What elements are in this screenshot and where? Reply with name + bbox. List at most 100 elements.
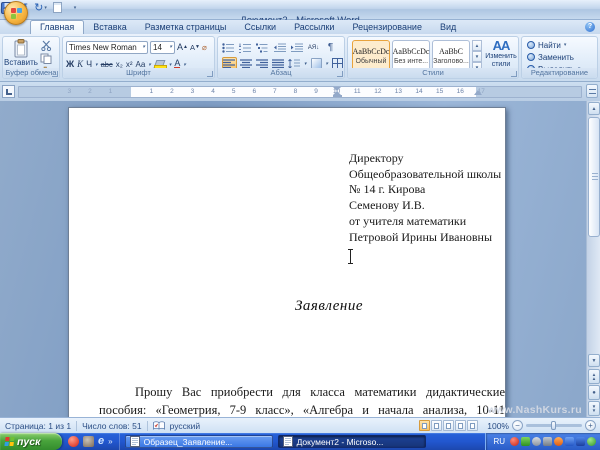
zoom-in-button[interactable]: + — [585, 420, 596, 431]
document-heading: Заявление — [189, 298, 469, 315]
tray-icon[interactable] — [587, 437, 596, 446]
horizontal-ruler[interactable]: 321 12345678910111213141516 17 — [18, 86, 582, 98]
line-spacing-dropdown-icon: ▾ — [304, 61, 307, 67]
styles-dialog-launcher[interactable] — [511, 71, 517, 77]
browse-buttons: ▲▲ ● ▼▼ — [588, 369, 600, 417]
tab-selector[interactable] — [2, 85, 15, 98]
language-indicator[interactable]: русский — [170, 421, 201, 431]
cut-button[interactable] — [40, 40, 56, 51]
scroll-down-icon[interactable]: ▼ — [588, 354, 600, 367]
font-dialog-launcher[interactable] — [207, 71, 213, 77]
ruler-icon — [589, 89, 596, 94]
address-line: Петровой Ирины Ивановны — [349, 230, 524, 246]
editing-item[interactable]: Заменить — [527, 52, 580, 62]
outline-view-button[interactable] — [455, 420, 466, 431]
numbered-list-icon — [239, 43, 252, 53]
ribbon-tab[interactable]: Вставка — [84, 20, 135, 34]
document-area: ДиректоруОбщеобразовательной школы№ 14 г… — [0, 101, 600, 417]
page-count[interactable]: Страница: 1 из 1 — [5, 421, 71, 431]
right-indent-marker[interactable] — [474, 90, 482, 95]
copy-button[interactable] — [40, 53, 56, 64]
change-styles-icon: AA — [493, 39, 510, 53]
select-browse-object-button[interactable]: ● — [588, 385, 600, 400]
clipboard-dialog-launcher[interactable] — [52, 71, 58, 77]
numbering-button[interactable] — [239, 41, 252, 54]
ribbon-tab[interactable]: Вид — [431, 20, 465, 34]
quicklaunch-more-icon[interactable]: » — [108, 437, 112, 446]
draft-view-button[interactable] — [467, 420, 478, 431]
underline-dropdown-icon[interactable]: ▾ — [95, 62, 98, 68]
tray-icon[interactable] — [554, 437, 563, 446]
ribbon-tab[interactable]: Рассылки — [285, 20, 343, 34]
show-paragraph-marks-button[interactable]: ¶ — [324, 41, 337, 54]
tray-icon[interactable] — [576, 437, 585, 446]
ribbon-tab[interactable]: Рецензирование — [343, 20, 431, 34]
grow-font-button[interactable]: A▲ — [177, 42, 188, 53]
indent-marker[interactable] — [333, 87, 342, 97]
paragraph-dialog-launcher[interactable] — [337, 71, 343, 77]
zoom-level[interactable]: 100% — [487, 421, 509, 431]
start-button[interactable]: пуск — [0, 433, 62, 450]
paragraph-group-label: Абзац — [218, 68, 344, 78]
ruler-toggle-button[interactable] — [586, 84, 598, 98]
redo-button[interactable]: ↻▾ — [34, 1, 47, 15]
document-body: Прошу Вас приобрести для класса математи… — [99, 384, 505, 417]
shrink-font-button[interactable]: A▼ — [190, 42, 200, 53]
clear-formatting-button[interactable]: ⌀ — [202, 42, 207, 53]
previous-page-button[interactable]: ▲▲ — [588, 369, 600, 384]
redo-dropdown-icon[interactable]: ▾ — [44, 2, 47, 14]
next-page-button[interactable]: ▼▼ — [588, 401, 600, 416]
ribbon-tab[interactable]: Ссылки — [235, 20, 285, 34]
editing-item[interactable]: Найти ▾ — [527, 40, 580, 50]
customize-qat-button[interactable]: ▾ — [68, 1, 81, 15]
quick-access-toolbar: ↺ ↻▾ ▾ — [0, 0, 600, 15]
tray-language-indicator[interactable]: RU — [493, 437, 505, 446]
gallery-up-icon[interactable]: ▲ — [472, 40, 482, 51]
highlight-dropdown-icon[interactable]: ▾ — [169, 62, 172, 68]
indent-icon — [291, 43, 303, 53]
sort-button[interactable]: АЯ↓ — [307, 41, 320, 54]
address-line: Директору — [349, 151, 524, 167]
watermark: www.NashKurs.ru — [487, 404, 582, 416]
body-line: Прошу Вас приобрести для класса математи… — [99, 384, 505, 402]
vertical-scrollbar[interactable]: ▲ ▼ ▲▲ ● ▼▼ — [586, 101, 600, 417]
align-right-icon — [256, 59, 269, 69]
tray-icon[interactable] — [543, 437, 552, 446]
web-layout-view-button[interactable] — [443, 420, 454, 431]
document-page[interactable]: ДиректоруОбщеобразовательной школы№ 14 г… — [68, 107, 506, 417]
scroll-up-icon[interactable]: ▲ — [588, 102, 600, 115]
word-count[interactable]: Число слов: 51 — [82, 421, 142, 431]
office-button[interactable] — [4, 1, 28, 25]
taskbar-button[interactable]: Документ2 - Microso... — [278, 435, 426, 448]
print-layout-view-button[interactable] — [419, 420, 430, 431]
zoom-slider-thumb[interactable] — [551, 421, 556, 430]
bullets-button[interactable] — [222, 41, 235, 54]
gallery-down-icon[interactable]: ▼ — [472, 51, 482, 62]
font-size-select[interactable]: 14▾ — [150, 41, 175, 54]
line-spacing-icon — [288, 59, 301, 69]
quicklaunch-icon-2[interactable] — [83, 436, 94, 447]
multilevel-list-button[interactable] — [256, 41, 269, 54]
tray-icon[interactable] — [532, 437, 541, 446]
increase-indent-button[interactable] — [290, 41, 303, 54]
new-document-button[interactable] — [51, 1, 64, 15]
decrease-indent-button[interactable] — [273, 41, 286, 54]
font-family-select[interactable]: Times New Roman▾ — [66, 41, 148, 54]
ribbon-tab[interactable]: Главная — [30, 20, 84, 34]
font-color-dropdown-icon[interactable]: ▾ — [183, 62, 186, 68]
scrollbar-thumb[interactable] — [588, 117, 600, 237]
tray-icon[interactable] — [510, 437, 519, 446]
spellcheck-icon[interactable] — [153, 421, 165, 430]
zoom-slider[interactable] — [526, 424, 582, 427]
fullscreen-view-button[interactable] — [431, 420, 442, 431]
tray-icon[interactable] — [521, 437, 530, 446]
quicklaunch-icon-1[interactable] — [68, 436, 79, 447]
tray-icon[interactable] — [565, 437, 574, 446]
taskbar-button[interactable]: Образец_Заявление... — [125, 435, 273, 448]
zoom-out-button[interactable]: − — [512, 420, 523, 431]
ribbon-tab[interactable]: Разметка страницы — [136, 20, 236, 34]
help-icon[interactable]: ? — [585, 22, 595, 32]
title-bar: ↺ ↻▾ ▾ Документ2 - Microsoft Word – □ × — [0, 0, 600, 20]
clipboard-paste-icon — [13, 39, 29, 58]
internet-explorer-icon[interactable]: e — [98, 436, 104, 447]
